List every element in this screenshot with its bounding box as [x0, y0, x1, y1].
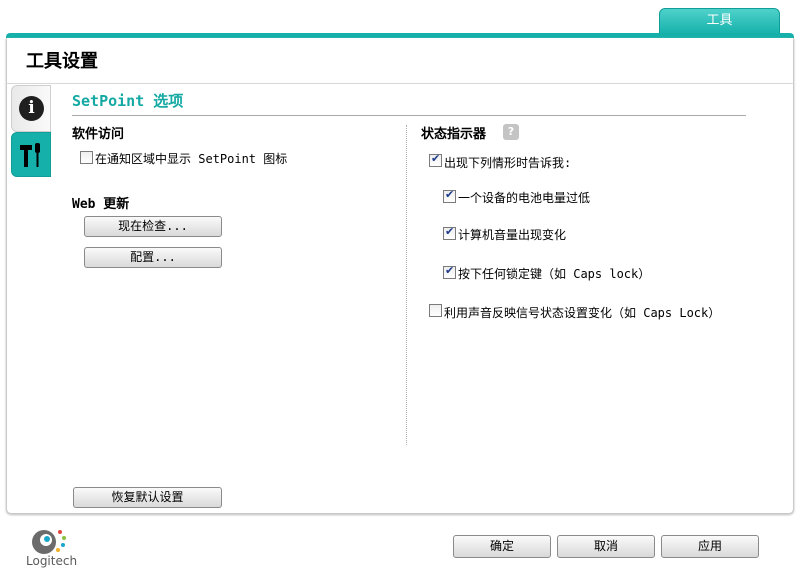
cancel-button[interactable]: 取消 [557, 535, 655, 558]
info-icon: i [19, 96, 44, 121]
title-divider [6, 83, 794, 84]
lock-key-checkbox[interactable] [443, 264, 456, 279]
column-divider [406, 125, 407, 445]
side-tab-tools[interactable] [11, 132, 51, 177]
status-indicator-heading: 状态指示器 [421, 127, 487, 142]
section-title: SetPoint 选项 [72, 92, 184, 110]
logo-text: Logitech [26, 554, 78, 568]
tools-icon [20, 143, 40, 167]
sound-feedback-label: 利用声音反映信号状态设置变化（如 Caps Lock） [444, 306, 721, 320]
apply-button[interactable]: 应用 [661, 535, 759, 558]
battery-low-label: 一个设备的电池电量过低 [458, 191, 591, 205]
show-icon-checkbox[interactable] [80, 151, 93, 164]
notify-me-label: 出现下列情形时告诉我: [444, 156, 572, 170]
software-access-heading: 软件访问 [72, 127, 125, 142]
web-update-heading: Web 更新 [72, 197, 130, 212]
volume-change-checkbox[interactable] [443, 225, 456, 240]
configure-button[interactable]: 配置... [84, 247, 222, 268]
page-title: 工具设置 [26, 51, 98, 72]
section-divider [72, 115, 746, 116]
battery-low-checkbox[interactable] [443, 188, 456, 203]
help-icon[interactable]: ? [503, 124, 519, 140]
check-now-button[interactable]: 现在检查... [84, 216, 222, 237]
sound-feedback-checkbox[interactable] [429, 304, 442, 317]
side-tab-info[interactable]: i [11, 85, 51, 132]
volume-change-label: 计算机音量出现变化 [458, 228, 567, 242]
lock-key-label: 按下任何锁定键（如 Caps lock） [458, 267, 651, 281]
tab-tools[interactable]: 工具 [659, 8, 780, 34]
ok-button[interactable]: 确定 [453, 535, 551, 558]
notify-me-checkbox[interactable] [429, 152, 442, 167]
restore-defaults-button[interactable]: 恢复默认设置 [73, 487, 222, 508]
show-icon-label: 在通知区域中显示 SetPoint 图标 [95, 152, 288, 166]
